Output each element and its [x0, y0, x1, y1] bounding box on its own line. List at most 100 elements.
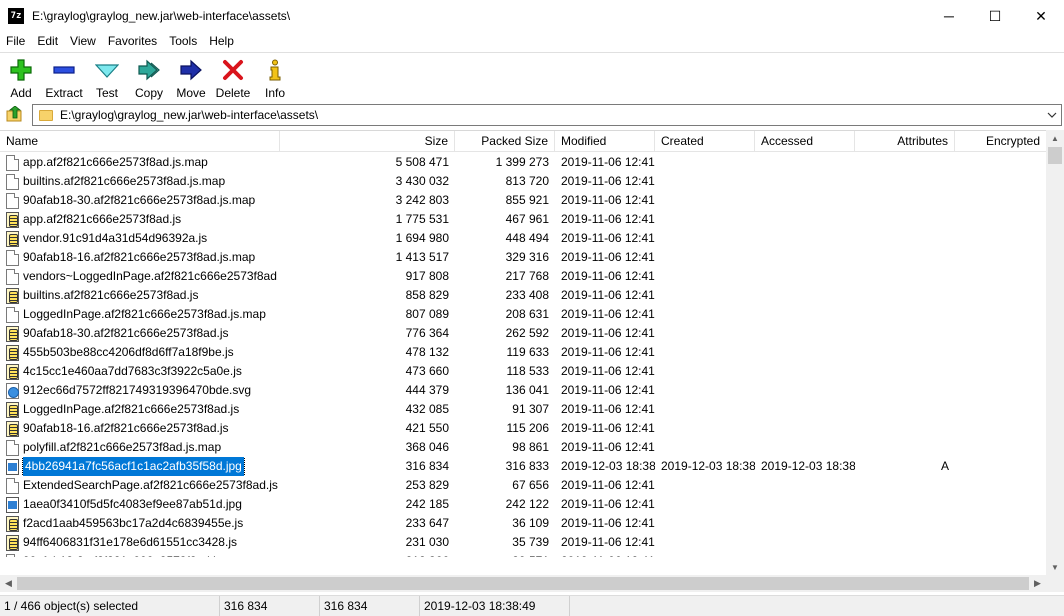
minus-icon — [51, 57, 77, 83]
file-name-cell: ExtendedSearchPage.af2f821c666e2573f8ad.… — [6, 476, 278, 495]
scroll-up-arrow-icon[interactable]: ▲ — [1046, 130, 1064, 147]
column-name[interactable]: Name — [0, 131, 280, 152]
menu-view[interactable]: View — [64, 32, 102, 51]
file-attributes — [855, 305, 949, 324]
file-attributes — [855, 248, 949, 267]
file-size: 1 775 531 — [395, 212, 449, 226]
horizontal-scroll-thumb[interactable] — [17, 577, 1029, 590]
extract-button[interactable]: Extract — [42, 53, 86, 101]
file-row[interactable]: 4c15cc1e460aa7dd7683c3f3922c5a0e.js 473 6… — [0, 362, 1046, 381]
column-attributes[interactable]: Attributes — [855, 131, 955, 152]
file-row[interactable]: vendors~LoggedInPage.af2f821c666e2573f8a… — [0, 267, 1046, 286]
column-encrypted[interactable]: Encrypted — [955, 131, 1046, 152]
file-row[interactable]: builtins.af2f821c666e2573f8ad.js.map 3 43… — [0, 172, 1046, 191]
file-packed-size: 467 961 — [505, 212, 549, 226]
add-button[interactable]: Add — [0, 53, 42, 101]
file-created — [661, 305, 755, 324]
file-row[interactable]: app.af2f821c666e2573f8ad.js.map 5 508 471… — [0, 153, 1046, 172]
file-row[interactable]: 94ff6406831f31e178e6d61551cc3428.js 231 0… — [0, 533, 1046, 552]
menu-file[interactable]: File — [0, 32, 31, 51]
info-button[interactable]: Info — [254, 53, 296, 101]
column-accessed[interactable]: Accessed — [755, 131, 855, 152]
horizontal-scrollbar[interactable]: ◀ ▶ — [0, 575, 1046, 592]
close-button[interactable]: ✕ — [1018, 0, 1064, 32]
file-modified: 2019-11-06 12:41 — [561, 364, 655, 378]
file-modified: 2019-11-06 12:41 — [561, 402, 655, 416]
chevron-down-icon[interactable] — [1045, 108, 1059, 122]
file-row[interactable]: 90afab18-30.af2f821c666e2573f8ad.js 776 3… — [0, 324, 1046, 343]
file-row[interactable]: LoggedInPage.af2f821c666e2573f8ad.js.map… — [0, 305, 1046, 324]
file-name: 90afab18-16.af2f821c666e2573f8ad.js.map — [23, 250, 256, 264]
up-folder-button[interactable] — [4, 104, 26, 126]
column-created[interactable]: Created — [655, 131, 755, 152]
file-row[interactable]: f2acd1aab459563bc17a2d4c6839455e.js 233 6… — [0, 514, 1046, 533]
file-row[interactable]: ExtendedSearchPage.af2f821c666e2573f8ad.… — [0, 476, 1046, 495]
address-input[interactable]: E:\graylog\graylog_new.jar\web-interface… — [32, 104, 1062, 126]
file-name-cell: vendors~LoggedInPage.af2f821c666e2573f8a… — [6, 267, 278, 286]
file-modified: 2019-12-03 18:38 — [561, 459, 655, 473]
arrow-right-icon — [178, 57, 204, 83]
status-selection: 1 / 466 object(s) selected — [0, 596, 220, 616]
column-modified[interactable]: Modified — [555, 131, 655, 152]
document-icon — [6, 154, 19, 171]
file-name-cell: LoggedInPage.af2f821c666e2573f8ad.js — [6, 400, 278, 419]
file-size: 316 834 — [405, 459, 449, 473]
file-name-cell: 90afab18-30.af2f821c666e2573f8ad.js.map — [6, 191, 278, 210]
delete-button[interactable]: Delete — [212, 53, 254, 101]
file-row[interactable]: vendor.91c91d4a31d54d96392a.js 1 694 980 4… — [0, 229, 1046, 248]
file-row[interactable]: 912ec66d7572ff821749319396470bde.svg 444 … — [0, 381, 1046, 400]
image-file-icon — [6, 458, 19, 475]
file-row[interactable]: app.af2f821c666e2573f8ad.js 1 775 531 467 … — [0, 210, 1046, 229]
file-accessed — [761, 191, 855, 210]
script-file-icon — [6, 287, 19, 304]
menu-help[interactable]: Help — [203, 32, 240, 51]
file-packed-size: 329 316 — [505, 250, 549, 264]
file-row[interactable]: 90afab18-16.af2f821c666e2573f8ad.js 421 5… — [0, 419, 1046, 438]
menu-tools[interactable]: Tools — [163, 32, 203, 51]
file-accessed — [761, 419, 855, 438]
minimize-button[interactable]: ─ — [926, 0, 972, 32]
column-packed-size[interactable]: Packed Size — [455, 131, 555, 152]
file-row[interactable]: 90afab18-30.af2f821c666e2573f8ad.js.map 3… — [0, 191, 1046, 210]
file-size: 858 829 — [405, 288, 449, 302]
info-icon — [262, 57, 288, 83]
file-row[interactable]: builtins.af2f821c666e2573f8ad.js 858 829 2… — [0, 286, 1046, 305]
column-size[interactable]: Size — [280, 131, 455, 152]
maximize-button[interactable]: ☐ — [972, 0, 1018, 32]
scroll-right-arrow-icon[interactable]: ▶ — [1029, 575, 1046, 592]
file-accessed — [761, 210, 855, 229]
file-attributes — [855, 419, 949, 438]
file-row[interactable]: 455b503be88cc4206df8d6ff7a18f9be.js 478 1… — [0, 343, 1046, 362]
menu-bar: File Edit View Favorites Tools Help — [0, 32, 240, 51]
file-created: 2019-12-03 18:38 — [661, 459, 755, 473]
file-created — [661, 419, 755, 438]
delete-x-icon — [220, 57, 246, 83]
menu-favorites[interactable]: Favorites — [102, 32, 163, 51]
file-row[interactable]: LoggedInPage.af2f821c666e2573f8ad.js 432 … — [0, 400, 1046, 419]
test-button[interactable]: Test — [86, 53, 128, 101]
file-packed-size: 233 408 — [505, 288, 549, 302]
file-row[interactable]: 90afab18-16.af2f821c666e2573f8ad.js.map 1… — [0, 248, 1046, 267]
file-size: 212 366 — [280, 552, 449, 557]
file-row[interactable]: polyfill.af2f821c666e2573f8ad.js.map 368 … — [0, 438, 1046, 457]
file-name: LoggedInPage.af2f821c666e2573f8ad.js — [23, 402, 240, 416]
file-row[interactable]: 1aea0f3410f5d5fc4083ef9ee87ab51d.jpg 242 … — [0, 495, 1046, 514]
file-accessed: 2019-12-03 18:38 — [761, 459, 855, 473]
move-button[interactable]: Move — [170, 53, 212, 101]
vertical-scroll-thumb[interactable] — [1048, 147, 1062, 164]
menu-edit[interactable]: Edit — [31, 32, 64, 51]
file-modified: 2019-11-06 12:41 — [561, 440, 655, 454]
scroll-left-arrow-icon[interactable]: ◀ — [0, 575, 17, 592]
file-row[interactable]: 4bb26941a7fc56acf1c1ac2afb35f58d.jpg 316 … — [0, 457, 1046, 476]
file-size: 253 829 — [405, 478, 449, 492]
scroll-down-arrow-icon[interactable]: ▼ — [1046, 559, 1064, 576]
file-created — [661, 514, 755, 533]
file-packed-size: 91 307 — [512, 402, 549, 416]
file-size: 231 030 — [405, 535, 449, 549]
file-row[interactable]: 90afab18-8.af2f821c666e2573f8ad.js.map 21… — [0, 552, 1046, 557]
file-modified: 2019-11-06 12:41 — [561, 231, 655, 245]
copy-button[interactable]: Copy — [128, 53, 170, 101]
file-size: 807 089 — [405, 307, 449, 321]
vertical-scrollbar[interactable]: ▲ ▼ — [1046, 130, 1064, 576]
file-accessed — [761, 533, 855, 552]
